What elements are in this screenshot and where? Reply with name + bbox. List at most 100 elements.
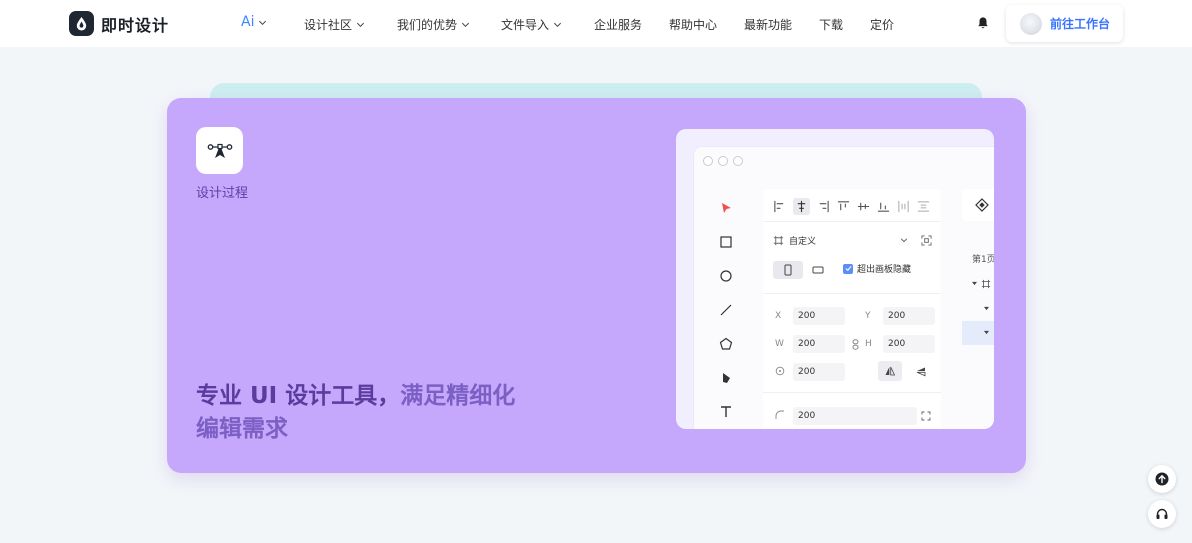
h-key: H — [865, 339, 872, 349]
nav-pricing[interactable]: 定价 — [870, 16, 894, 33]
nav-new-features-label: 最新功能 — [744, 18, 793, 32]
brand-name: 即时设计 — [101, 15, 170, 35]
nav-enterprise-label: 企业服务 — [594, 18, 643, 32]
y-value: 200 — [883, 307, 935, 325]
layer-row — [962, 297, 994, 321]
frame-preset-select: 自定义 — [773, 230, 908, 250]
ellipse-icon — [720, 270, 732, 282]
landscape-icon — [812, 266, 824, 274]
layer-row-selected — [962, 321, 994, 345]
chevron-down-icon — [259, 20, 267, 25]
portrait-icon — [784, 264, 792, 276]
clip-label: 超出画板隐藏 — [857, 265, 912, 275]
chevron-down-icon — [357, 22, 365, 28]
align-top-icon — [837, 201, 850, 211]
checkbox-checked — [843, 263, 853, 274]
headset-icon — [1156, 508, 1168, 519]
pen-icon — [723, 373, 730, 383]
arrow-up-icon — [1155, 472, 1169, 486]
line-icon — [720, 304, 732, 316]
page-label: 第1页 — [972, 255, 994, 265]
independent-corners-icon — [921, 411, 931, 421]
component-button — [962, 189, 994, 221]
y-field: Y 200 — [865, 307, 935, 325]
brand-logo[interactable]: 即时设计 — [69, 11, 169, 36]
rotation-icon — [775, 366, 785, 375]
x-value: 200 — [793, 307, 845, 325]
chevron-down-icon — [900, 238, 908, 243]
rotation-value: 200 — [793, 363, 845, 381]
fit-frame-icon — [921, 235, 932, 246]
x-field: X 200 — [775, 307, 845, 325]
nav-new-features[interactable]: 最新功能 — [744, 16, 792, 33]
layers-panel: 第1页 — [962, 189, 994, 429]
customer-support-button[interactable] — [1148, 500, 1176, 528]
nav-download[interactable]: 下载 — [819, 16, 843, 33]
frame-icon — [981, 279, 991, 289]
workbench-label: 前往工作台 — [1050, 17, 1111, 31]
go-to-workbench-button[interactable]: 前往工作台 — [1006, 5, 1123, 42]
nav-download-label: 下载 — [819, 18, 844, 32]
corner-radius-icon — [775, 410, 784, 419]
component-icon — [975, 198, 989, 212]
text-icon — [721, 406, 731, 417]
flip-vertical-icon — [916, 367, 926, 377]
nav-design-community[interactable]: 设计社区 — [304, 16, 365, 33]
clip-content-checkbox: 超出画板隐藏 — [843, 262, 911, 275]
nav-our-advantages[interactable]: 我们的优势 — [397, 16, 470, 33]
window-controls — [703, 156, 743, 166]
caret-down-icon — [984, 330, 989, 335]
chevron-down-icon — [462, 22, 470, 28]
layer-row — [962, 273, 994, 297]
distribute-vertical-icon — [917, 201, 930, 212]
portrait-option — [773, 261, 803, 279]
w-key: W — [775, 339, 784, 349]
feature-card-design-process: 设计过程 专业 UI 设计工具，满足精细化编辑需求 自定义 超出画板隐藏 X 2… — [167, 98, 1026, 473]
corner-radius-value: 200 — [793, 407, 917, 425]
bell-icon[interactable] — [976, 16, 990, 30]
pen-tool-icon — [196, 127, 243, 174]
landscape-option — [803, 261, 833, 279]
window-dot — [703, 156, 713, 166]
rectangle-icon — [720, 236, 732, 248]
flip-horizontal-icon — [885, 366, 896, 376]
nav-ai[interactable]: Ai — [241, 14, 267, 30]
nav-file-import[interactable]: 文件导入 — [501, 16, 562, 33]
link-icon — [852, 339, 859, 350]
rotation-key — [775, 366, 793, 379]
nav-help-center-label: 帮助中心 — [669, 18, 718, 32]
w-value: 200 — [793, 335, 845, 353]
divider — [763, 392, 941, 393]
h-value: 200 — [883, 335, 935, 353]
nav-enterprise[interactable]: 企业服务 — [594, 16, 642, 33]
caret-down-icon — [984, 306, 989, 311]
preset-label: 自定义 — [789, 236, 817, 247]
orientation-toggle — [773, 261, 833, 279]
nav-file-import-label: 文件导入 — [501, 18, 550, 32]
tool-sidebar — [711, 189, 741, 429]
divider — [763, 221, 941, 222]
corner-radius-key — [775, 410, 793, 423]
cursor-icon — [722, 203, 731, 213]
align-toolbar — [773, 198, 930, 215]
h-field: H 200 — [865, 335, 935, 353]
caret-down-icon — [972, 281, 977, 286]
align-left-icon — [774, 200, 784, 213]
frame-icon — [773, 235, 784, 245]
editor-preview: 自定义 超出画板隐藏 X 200 Y 200 W 200 H 200 200 2… — [676, 129, 994, 429]
polygon-icon — [719, 337, 733, 350]
chevron-down-icon — [554, 22, 562, 28]
corner-radius-field: 200 — [775, 407, 917, 425]
headline-main: 专业 UI 设计工具， — [196, 383, 401, 409]
x-key: X — [775, 311, 782, 321]
feature-label: 设计过程 — [196, 186, 249, 201]
divider — [763, 293, 941, 294]
align-right-icon — [819, 200, 829, 213]
brand-logo-icon — [69, 11, 94, 36]
y-key: Y — [865, 311, 871, 321]
rotation-field: 200 — [775, 363, 845, 381]
check-icon — [844, 265, 852, 272]
nav-help-center[interactable]: 帮助中心 — [669, 16, 717, 33]
back-to-top-button[interactable] — [1148, 465, 1176, 493]
align-bottom-icon — [877, 202, 890, 212]
